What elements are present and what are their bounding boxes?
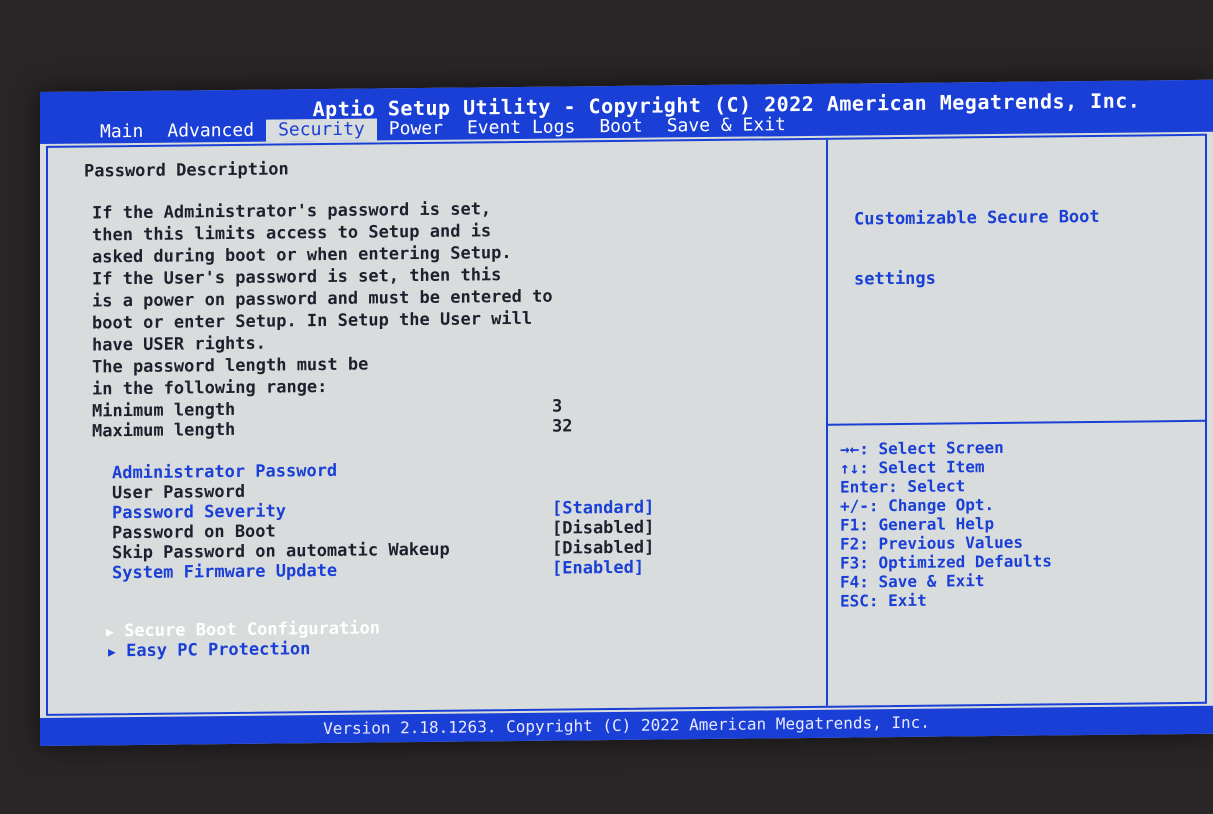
key-hint: F2: Previous Values bbox=[840, 532, 1024, 554]
password-on-boot-label[interactable]: Password on Boot bbox=[112, 522, 276, 544]
password-severity-label[interactable]: Password Severity bbox=[112, 501, 286, 523]
description-line: boot or enter Setup. In Setup the User w… bbox=[92, 308, 533, 334]
tab-event-logs[interactable]: Event Logs bbox=[455, 116, 587, 139]
tab-power[interactable]: Power bbox=[377, 118, 455, 141]
triangle-right-icon: ▶ bbox=[108, 645, 116, 661]
tab-save-exit[interactable]: Save & Exit bbox=[655, 114, 798, 137]
system-firmware-update-label[interactable]: System Firmware Update bbox=[112, 561, 337, 583]
help-panel: Customizable Secure Boot settings →←: Se… bbox=[828, 136, 1205, 706]
tab-main[interactable]: Main bbox=[88, 121, 155, 144]
key-hint: →←: Select Screen bbox=[840, 437, 1004, 459]
password-on-boot-value[interactable]: [Disabled] bbox=[552, 518, 654, 539]
user-password-item[interactable]: User Password bbox=[112, 482, 245, 503]
key-hint: ↑↓: Select Item bbox=[840, 457, 985, 478]
skip-password-wakeup-label[interactable]: Skip Password on automatic Wakeup bbox=[112, 540, 450, 564]
system-firmware-update-value[interactable]: [Enabled] bbox=[552, 558, 644, 579]
description-line: then this limits access to Setup and is bbox=[92, 221, 492, 246]
max-length-label: Maximum length bbox=[92, 419, 236, 442]
header-bar: Aptio Setup Utility - Copyright (C) 2022… bbox=[40, 79, 1213, 144]
tab-advanced[interactable]: Advanced bbox=[155, 120, 266, 143]
help-divider bbox=[828, 419, 1205, 426]
tab-security[interactable]: Security bbox=[266, 118, 377, 142]
description-line: is a power on password and must be enter… bbox=[92, 286, 553, 312]
easy-pc-protection-submenu[interactable]: ▶ Easy PC Protection bbox=[108, 639, 310, 661]
skip-password-wakeup-value[interactable]: [Disabled] bbox=[552, 538, 654, 559]
description-line: in the following range: bbox=[92, 376, 328, 400]
min-length-label: Minimum length bbox=[92, 399, 236, 422]
description-line: The password length must be bbox=[92, 354, 369, 378]
submenu-label: Easy PC Protection bbox=[126, 639, 311, 662]
key-hint: F4: Save & Exit bbox=[840, 571, 985, 592]
submenu-label: Secure Boot Configuration bbox=[124, 618, 380, 642]
description-line: have USER rights. bbox=[92, 333, 266, 356]
bios-screen: Aptio Setup Utility - Copyright (C) 2022… bbox=[40, 79, 1213, 746]
min-length-value: 3 bbox=[552, 396, 563, 417]
max-length-value: 32 bbox=[552, 416, 573, 437]
triangle-right-icon: ▶ bbox=[106, 625, 114, 641]
item-help-line: settings bbox=[854, 268, 936, 290]
item-help-line: Customizable Secure Boot bbox=[854, 206, 1100, 230]
secure-boot-configuration-submenu[interactable]: ▶ Secure Boot Configuration bbox=[106, 618, 380, 641]
description-line: If the User's password is set, then this bbox=[92, 265, 502, 290]
tab-boot[interactable]: Boot bbox=[587, 116, 654, 139]
key-hint: ESC: Exit bbox=[840, 590, 927, 611]
version-text: Version 2.18.1263. Copyright (C) 2022 Am… bbox=[323, 712, 930, 739]
administrator-password-item[interactable]: Administrator Password bbox=[112, 461, 337, 483]
key-hint: +/-: Change Opt. bbox=[840, 495, 995, 516]
password-severity-value[interactable]: [Standard] bbox=[552, 498, 654, 519]
key-hint: F3: Optimized Defaults bbox=[840, 551, 1052, 573]
key-hint: Enter: Select bbox=[840, 476, 966, 497]
settings-panel: Password Description If the Administrato… bbox=[48, 139, 828, 714]
main-frame: Password Description If the Administrato… bbox=[46, 133, 1207, 716]
description-line: asked during boot or when entering Setup… bbox=[92, 243, 512, 268]
description-line: If the Administrator's password is set, bbox=[92, 199, 492, 224]
description-heading: Password Description bbox=[84, 159, 289, 182]
key-hint: F1: General Help bbox=[840, 514, 995, 535]
item-help-text: Customizable Secure Boot settings bbox=[854, 167, 1100, 330]
